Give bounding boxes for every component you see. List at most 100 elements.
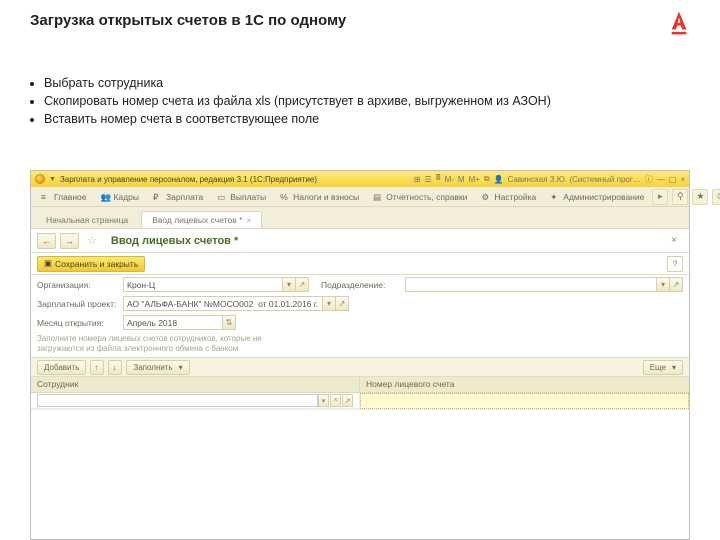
titlebar-icon[interactable]: ⧉ xyxy=(484,174,490,184)
titlebar-m-minus[interactable]: M- xyxy=(445,175,454,184)
menu-reports[interactable]: ▤Отчетность, справки xyxy=(367,190,473,204)
open-button[interactable]: ↗ xyxy=(296,277,309,292)
employee-input[interactable] xyxy=(37,394,318,407)
proj-input[interactable] xyxy=(123,296,323,311)
alfa-logo-icon xyxy=(666,10,692,36)
menu-icon: ≡ xyxy=(41,192,51,202)
fill-label: Заполнить xyxy=(133,363,172,372)
favorite-icon[interactable]: ☆ xyxy=(83,234,101,247)
tab-label: Ввод лицевых счетов * xyxy=(152,215,242,225)
fill-button[interactable]: Заполнить ▾ xyxy=(126,360,189,375)
toolbar-btn[interactable]: ▸ xyxy=(652,189,668,205)
tab-close-icon[interactable]: × xyxy=(246,215,251,225)
dropdown-button[interactable]: ▾ xyxy=(283,277,296,292)
wallet-icon: ▭ xyxy=(217,192,227,202)
toolbar-btn[interactable]: ★ xyxy=(692,189,708,205)
titlebar-m-plus[interactable]: M+ xyxy=(469,175,480,184)
dept-label: Подразделение: xyxy=(321,280,401,290)
add-button[interactable]: Добавить xyxy=(37,360,86,375)
row-month: Месяц открытия: ⇅ xyxy=(31,313,689,332)
dept-input[interactable] xyxy=(405,277,657,292)
window-titlebar: ▼ Зарплата и управление персоналом, реда… xyxy=(31,171,689,187)
dropdown-icon: ▾ xyxy=(179,363,183,372)
help-button[interactable]: ? xyxy=(667,256,683,272)
dropdown-icon: ▾ xyxy=(672,363,676,372)
add-label: Добавить xyxy=(44,363,79,372)
nav-back-button[interactable]: ← xyxy=(37,233,56,249)
instruction-list: Выбрать сотрудника Скопировать номер сче… xyxy=(30,74,551,128)
close-icon[interactable]: × xyxy=(680,175,685,184)
menu-settings[interactable]: ⚙Настройка xyxy=(475,190,542,204)
menu-payments[interactable]: ▭Выплаты xyxy=(211,190,272,204)
org-label: Организация: xyxy=(37,280,119,290)
people-icon: 👥 xyxy=(100,192,110,202)
main-menu: ≡Главное 👥Кадры ₽Зарплата ▭Выплаты %Нало… xyxy=(31,187,689,207)
list-toolbar: Добавить ↑ ↓ Заполнить ▾ Еще▾ xyxy=(31,357,689,377)
spinner-button[interactable]: ⇅ xyxy=(223,315,236,330)
proj-label: Зарплатный проект: xyxy=(37,299,119,309)
nav-fwd-button[interactable]: → xyxy=(60,233,79,249)
titlebar-icon[interactable]: 🖩 xyxy=(436,172,441,186)
open-button[interactable]: ↗ xyxy=(342,394,353,407)
tab-home[interactable]: Начальная страница xyxy=(35,211,139,228)
col-account[interactable]: Номер лицевого счета xyxy=(360,377,689,392)
dropdown-button[interactable]: ▾ xyxy=(657,277,670,292)
save-and-close-button[interactable]: ▣Сохранить и закрыть xyxy=(37,256,145,272)
form-toolbar: ← → ☆ Ввод лицевых счетов * × xyxy=(31,229,689,253)
clear-button[interactable]: × xyxy=(330,394,341,407)
tab-accounts[interactable]: Ввод лицевых счетов * × xyxy=(141,211,262,228)
menu-salary[interactable]: ₽Зарплата xyxy=(147,190,209,204)
more-button[interactable]: Еще▾ xyxy=(643,360,683,375)
menu-admin[interactable]: ✦Администрирование xyxy=(544,190,650,204)
form-hint: Заполните номера лицевых счетов сотрудни… xyxy=(31,332,689,357)
save-icon: ▣ xyxy=(44,258,52,269)
percent-icon: % xyxy=(280,192,290,202)
dropdown-icon[interactable]: ▼ xyxy=(49,176,56,183)
org-input[interactable] xyxy=(123,277,283,292)
dropdown-button[interactable]: ▾ xyxy=(318,394,329,407)
app-orb-icon[interactable] xyxy=(35,174,45,184)
titlebar-tools: ⊞ ☰ 🖩 M- M M+ ⧉ 👤 Савинская З.Ю. (Систем… xyxy=(414,172,685,186)
toolbar-btn[interactable]: ⚲ xyxy=(672,189,688,205)
save-label: Сохранить и закрыть xyxy=(55,259,138,269)
month-input[interactable] xyxy=(123,315,223,330)
minimize-icon[interactable]: — xyxy=(657,175,665,184)
gear-icon: ⚙ xyxy=(481,192,491,202)
move-up-button[interactable]: ↑ xyxy=(90,360,104,375)
col-employee[interactable]: Сотрудник xyxy=(31,377,360,392)
menu-label: Настройка xyxy=(494,192,536,202)
grid-row[interactable]: ▾ × ↗ xyxy=(31,393,689,409)
arrow-right-icon: → xyxy=(65,236,74,246)
open-button[interactable]: ↗ xyxy=(336,296,349,311)
tab-label: Начальная страница xyxy=(46,215,128,225)
dropdown-button[interactable]: ▾ xyxy=(323,296,336,311)
form-close-button[interactable]: × xyxy=(665,235,683,246)
cell-account[interactable] xyxy=(360,393,689,409)
instruction-item: Вставить номер счета в соответствующее п… xyxy=(44,110,551,128)
menu-main[interactable]: ≡Главное xyxy=(35,190,92,204)
menu-label: Выплаты xyxy=(230,192,266,202)
menu-label: Отчетность, справки xyxy=(386,192,467,202)
slide-title: Загрузка открытых счетов в 1С по одному xyxy=(30,12,346,29)
row-organization: Организация: ▾ ↗ Подразделение: ▾ ↗ xyxy=(31,275,689,294)
action-bar: ▣Сохранить и закрыть ? xyxy=(31,253,689,275)
titlebar-m[interactable]: M xyxy=(458,175,465,184)
titlebar-icon[interactable]: ☰ xyxy=(425,175,432,184)
doc-icon: ▤ xyxy=(373,192,383,202)
menu-label: Зарплата xyxy=(166,192,203,202)
cell-employee[interactable]: ▾ × ↗ xyxy=(31,393,360,409)
instruction-item: Выбрать сотрудника xyxy=(44,74,551,92)
titlebar-icon[interactable]: ⊞ xyxy=(414,175,421,184)
titlebar-icon[interactable]: ⓘ xyxy=(645,174,653,185)
brand-logo xyxy=(666,10,692,36)
user-label: Савинская З.Ю. (Системный прог… xyxy=(508,175,641,184)
toolbar-btn[interactable]: ⏲ xyxy=(712,189,720,205)
month-label: Месяц открытия: xyxy=(37,318,119,328)
user-icon[interactable]: 👤 xyxy=(494,175,504,184)
move-down-button[interactable]: ↓ xyxy=(108,360,122,375)
maximize-icon[interactable]: ▢ xyxy=(669,175,677,184)
open-button[interactable]: ↗ xyxy=(670,277,683,292)
menu-taxes[interactable]: %Налоги и взносы xyxy=(274,190,365,204)
arrow-left-icon: ← xyxy=(42,236,51,246)
menu-hr[interactable]: 👥Кадры xyxy=(94,190,144,204)
